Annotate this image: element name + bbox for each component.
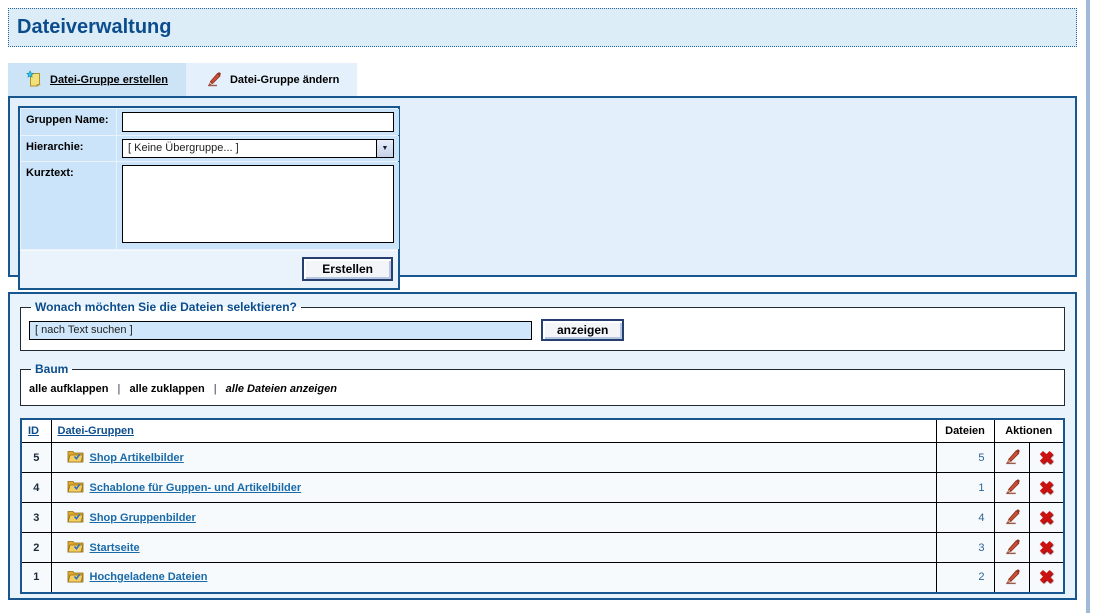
file-group-link[interactable]: Shop Artikelbilder	[67, 449, 184, 466]
show-button[interactable]: anzeigen	[541, 319, 624, 341]
new-note-icon	[26, 70, 43, 90]
tab-edit-file-group[interactable]: Datei-Gruppe ändern	[186, 63, 357, 96]
column-header-id[interactable]: ID	[28, 425, 39, 437]
selection-fieldset: Wonach möchten Sie die Dateien selektier…	[20, 300, 1065, 351]
pencil-icon	[204, 69, 223, 91]
form-button-row: Erstellen	[20, 250, 398, 288]
folder-check-icon	[67, 449, 84, 466]
file-group-name: Startseite	[90, 542, 140, 554]
pencil-icon	[1002, 536, 1022, 559]
column-header-groups[interactable]: Datei-Gruppen	[58, 425, 134, 437]
row-id: 1	[21, 563, 51, 593]
file-groups-table: ID Datei-Gruppen Dateien Aktionen 5 Shop …	[20, 418, 1065, 594]
group-name-label: Gruppen Name:	[21, 109, 116, 135]
chevron-down-icon[interactable]: ▼	[376, 140, 393, 157]
row-id: 4	[21, 473, 51, 503]
show-all-files-link[interactable]: alle Dateien anzeigen	[226, 383, 337, 395]
collapse-all-link[interactable]: alle zuklappen	[129, 383, 204, 395]
delete-action-button[interactable]: ✖	[1029, 443, 1064, 473]
page-title: Dateiverwaltung	[17, 16, 171, 39]
delete-x-icon: ✖	[1039, 479, 1054, 497]
create-group-panel: Gruppen Name: Hierarchie: [ Keine Übergr…	[8, 96, 1077, 277]
delete-action-button[interactable]: ✖	[1029, 473, 1064, 503]
edit-action-button[interactable]	[994, 443, 1029, 473]
hierarchy-selected-value: [ Keine Übergruppe... ]	[123, 140, 376, 157]
file-group-link[interactable]: Hochgeladene Dateien	[67, 569, 208, 586]
table-row: 1 Hochgeladene Dateien 2 ✖	[21, 563, 1064, 593]
file-group-link[interactable]: Schablone für Guppen- und Artikelbilder	[67, 479, 302, 496]
folder-check-icon	[67, 509, 84, 526]
page-header: Dateiverwaltung	[8, 8, 1077, 47]
edit-action-button[interactable]	[994, 473, 1029, 503]
file-count: 4	[936, 503, 994, 533]
table-row: 4 Schablone für Guppen- und Artikelbilder…	[21, 473, 1064, 503]
tree-fieldset: Baum alle aufklappen | alle zuklappen | …	[20, 362, 1065, 406]
pencil-icon	[1002, 446, 1022, 469]
separator: |	[112, 383, 127, 395]
tab-create-file-group[interactable]: Datei-Gruppe erstellen	[8, 63, 186, 96]
pencil-icon	[1002, 506, 1022, 529]
folder-check-icon	[67, 479, 84, 496]
pencil-icon	[1002, 476, 1022, 499]
file-count: 3	[936, 533, 994, 563]
delete-x-icon: ✖	[1039, 509, 1054, 527]
hierarchy-select[interactable]: [ Keine Übergruppe... ] ▼	[122, 139, 394, 158]
delete-x-icon: ✖	[1039, 539, 1054, 557]
create-button[interactable]: Erstellen	[302, 257, 393, 281]
file-count: 1	[936, 473, 994, 503]
file-group-link[interactable]: Shop Gruppenbilder	[67, 509, 196, 526]
expand-all-link[interactable]: alle aufklappen	[29, 383, 108, 395]
edit-action-button[interactable]	[994, 563, 1029, 593]
tab-edit-label: Datei-Gruppe ändern	[230, 74, 339, 86]
hierarchy-label: Hierarchie:	[21, 136, 116, 161]
search-input[interactable]	[29, 321, 532, 340]
tab-bar: Datei-Gruppe erstellen Datei-Gruppe ände…	[8, 63, 357, 96]
delete-action-button[interactable]: ✖	[1029, 533, 1064, 563]
file-group-link[interactable]: Startseite	[67, 539, 140, 556]
tab-create-label: Datei-Gruppe erstellen	[50, 74, 168, 86]
kurztext-textarea[interactable]	[122, 165, 394, 243]
pencil-icon	[1002, 566, 1022, 589]
table-header-row: ID Datei-Gruppen Dateien Aktionen	[21, 419, 1064, 443]
file-group-name: Hochgeladene Dateien	[90, 571, 208, 583]
table-row: 5 Shop Artikelbilder 5 ✖	[21, 443, 1064, 473]
page-right-edge	[1086, 0, 1090, 613]
folder-check-icon	[67, 569, 84, 586]
folder-check-icon	[67, 539, 84, 556]
row-id: 2	[21, 533, 51, 563]
delete-action-button[interactable]: ✖	[1029, 563, 1064, 593]
delete-action-button[interactable]: ✖	[1029, 503, 1064, 533]
row-id: 3	[21, 503, 51, 533]
edit-action-button[interactable]	[994, 533, 1029, 563]
file-count: 2	[936, 563, 994, 593]
file-group-name: Schablone für Guppen- und Artikelbilder	[90, 482, 302, 494]
tree-legend: Baum	[31, 362, 72, 376]
column-header-files: Dateien	[945, 425, 985, 437]
delete-x-icon: ✖	[1039, 449, 1054, 467]
file-count: 5	[936, 443, 994, 473]
row-id: 5	[21, 443, 51, 473]
kurztext-label: Kurztext:	[21, 162, 116, 249]
edit-action-button[interactable]	[994, 503, 1029, 533]
file-group-name: Shop Artikelbilder	[90, 452, 184, 464]
group-name-input[interactable]	[122, 112, 394, 132]
separator: |	[208, 383, 223, 395]
create-group-form: Gruppen Name: Hierarchie: [ Keine Übergr…	[18, 106, 400, 290]
delete-x-icon: ✖	[1039, 568, 1054, 586]
table-row: 3 Shop Gruppenbilder 4 ✖	[21, 503, 1064, 533]
column-header-actions: Aktionen	[1005, 425, 1052, 437]
file-selection-panel: Wonach möchten Sie die Dateien selektier…	[8, 292, 1077, 600]
table-row: 2 Startseite 3 ✖	[21, 533, 1064, 563]
selection-legend: Wonach möchten Sie die Dateien selektier…	[31, 300, 301, 314]
file-group-name: Shop Gruppenbilder	[90, 512, 196, 524]
